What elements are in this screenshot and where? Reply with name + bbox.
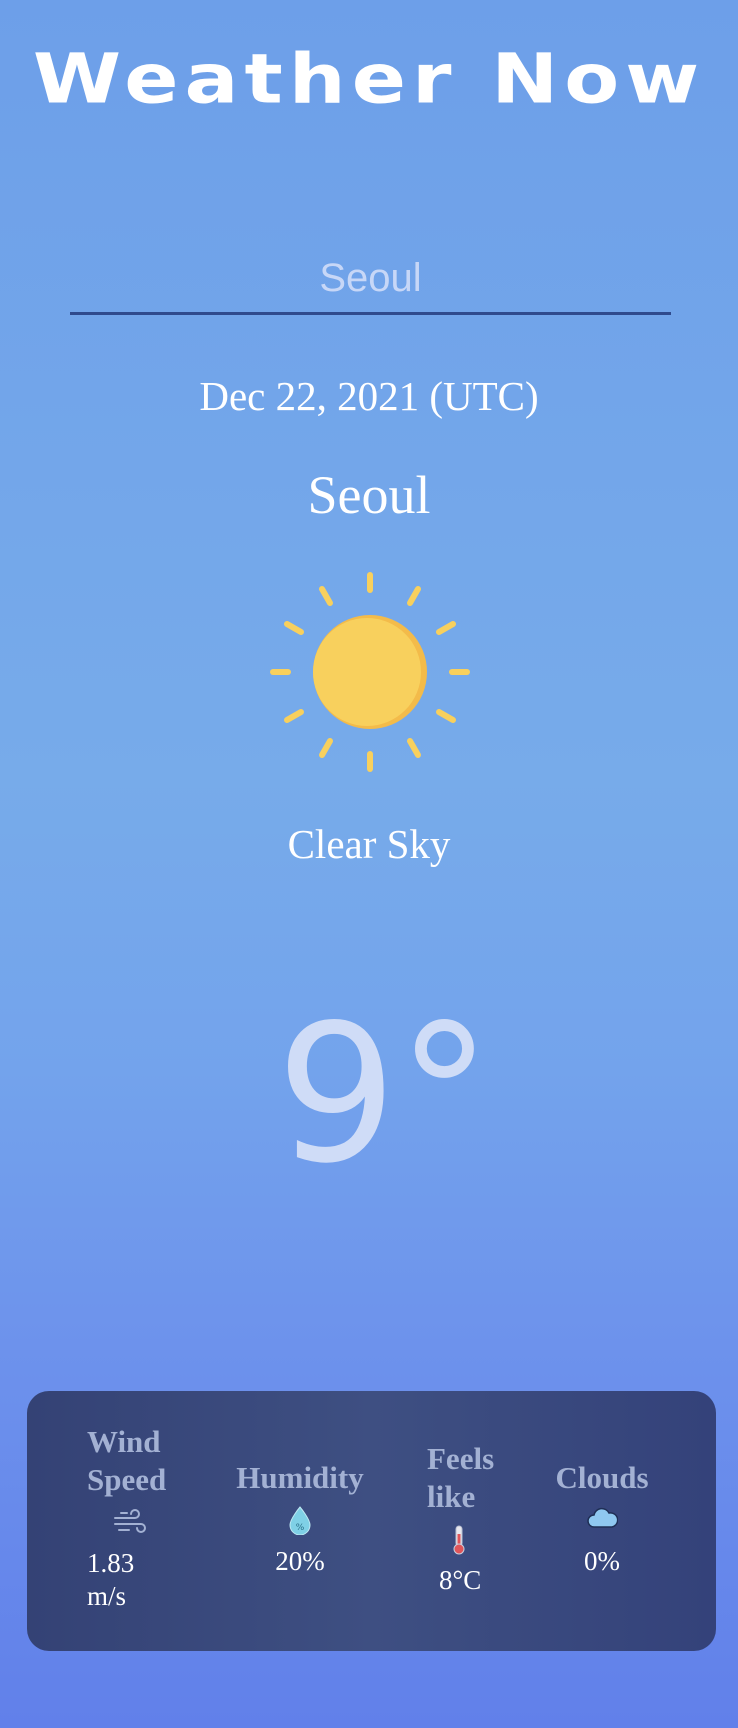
weather-condition: Clear Sky	[287, 821, 451, 867]
detail-label: Clouds	[555, 1460, 649, 1495]
wind-icon	[87, 1507, 227, 1539]
detail-feels-like: Feels like 8°C	[427, 1440, 517, 1700]
detail-label: Humidity	[236, 1460, 364, 1495]
app-title: Weather Now	[32, 38, 706, 119]
detail-label: Feels like	[427, 1441, 495, 1514]
date-label: Dec 22, 2021 (UTC)	[199, 373, 539, 419]
detail-label: Wind Speed	[87, 1424, 167, 1497]
city-name: Seoul	[307, 465, 431, 525]
thermometer-icon	[427, 1524, 517, 1556]
temperature-value: 9°	[276, 984, 492, 1205]
cloud-icon	[547, 1505, 657, 1537]
detail-value: 8°C	[439, 1565, 482, 1595]
detail-humidity: Humidity % 20%	[230, 1459, 370, 1719]
weather-details-panel: Wind Speed 1.83 m/s Humidity % 20% Feels…	[27, 1391, 716, 1651]
search-field[interactable]	[70, 248, 671, 315]
detail-wind-speed: Wind Speed 1.83 m/s	[87, 1423, 227, 1683]
detail-clouds: Clouds 0%	[547, 1459, 657, 1719]
detail-value: 1.83 m/s	[87, 1548, 135, 1611]
city-search-input[interactable]	[70, 248, 671, 308]
sun-icon	[270, 572, 470, 772]
water-drop-icon: %	[230, 1505, 370, 1537]
svg-text:%: %	[296, 1523, 305, 1533]
detail-value: 20%	[275, 1546, 325, 1576]
detail-value: 0%	[584, 1546, 620, 1576]
